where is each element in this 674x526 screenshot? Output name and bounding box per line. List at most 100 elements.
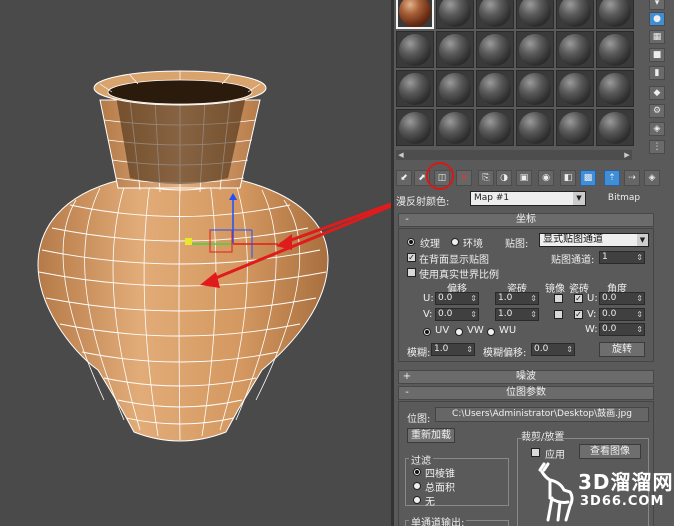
sample-uv-tiling-icon[interactable]: ■ <box>649 48 665 62</box>
blur-spinner[interactable]: 1.0 <box>431 343 475 356</box>
sample-slot[interactable] <box>596 109 634 146</box>
real-world-scale-label: 使用真实世界比例 <box>419 270 499 281</box>
scroll-right-icon[interactable]: ▶ <box>622 150 632 160</box>
select-by-material-icon[interactable]: ◈ <box>649 122 665 136</box>
sample-slot[interactable] <box>516 0 554 29</box>
material-map-navigator-icon[interactable]: ⋮ <box>649 140 665 154</box>
mapping-dropdown[interactable]: 显式贴图通道 ▼ <box>539 233 649 247</box>
noise-rollout-header[interactable]: + 噪波 <box>398 370 654 384</box>
blur-offset-value: 0.0 <box>534 344 549 354</box>
sample-slot[interactable] <box>436 0 474 29</box>
filter-summed-label: 总面积 <box>425 483 455 494</box>
sample-slot[interactable] <box>596 0 634 29</box>
chevron-down-icon: ▼ <box>573 192 585 205</box>
sample-slot[interactable] <box>516 31 554 68</box>
environment-label: 环境 <box>463 239 483 250</box>
v-tiling-spinner[interactable]: 1.0 <box>495 308 539 321</box>
show-in-viewport-icon[interactable]: ◧ <box>560 170 576 186</box>
bitmap-path-button[interactable]: C:\Users\Administrator\Desktop\鼓画.jpg <box>435 407 649 422</box>
u-offset-spinner[interactable]: 0.0 <box>435 292 479 305</box>
sample-slot[interactable] <box>476 31 514 68</box>
v-angle-label: V: <box>587 309 597 320</box>
coordinates-rollout: 纹理 环境 贴图: 显式贴图通道 ▼ ✓ 在背面显示贴图 贴图通道: 1 使用真… <box>398 228 654 362</box>
reset-map-icon[interactable]: ✕ <box>456 170 472 186</box>
sample-slot[interactable] <box>476 0 514 29</box>
go-to-parent-icon[interactable]: ⇡ <box>604 170 620 186</box>
sample-slot[interactable] <box>596 31 634 68</box>
sample-slot[interactable] <box>436 109 474 146</box>
coordinates-rollout-header[interactable]: - 坐标 <box>398 213 654 227</box>
map-channel-value: 1 <box>602 252 608 262</box>
sample-slot[interactable] <box>476 70 514 107</box>
w-angle-spinner[interactable]: 0.0 <box>599 323 645 336</box>
real-world-scale-checkbox[interactable] <box>407 268 416 277</box>
sample-slot[interactable] <box>436 31 474 68</box>
u-label: U: <box>423 293 434 304</box>
sample-slot[interactable] <box>596 70 634 107</box>
sample-slot[interactable] <box>556 70 594 107</box>
tile-header: 瓷砖 <box>569 284 589 295</box>
sample-slot[interactable] <box>396 70 434 107</box>
filter-pyramidal-radio[interactable] <box>413 468 421 476</box>
map-name-value: Map #1 <box>474 193 510 203</box>
v-angle-spinner[interactable]: 0.0 <box>599 308 645 321</box>
backlight-icon[interactable]: ● <box>649 12 665 26</box>
blur-offset-spinner[interactable]: 0.0 <box>531 343 575 356</box>
blur-label: 模糊: <box>407 348 431 359</box>
collapse-icon: - <box>405 214 409 225</box>
wu-label: WU <box>499 325 517 336</box>
filter-summed-radio[interactable] <box>413 482 421 490</box>
material-id-icon[interactable]: ◉ <box>538 170 554 186</box>
video-color-check-icon[interactable]: ▮ <box>649 66 665 80</box>
noise-title: 噪波 <box>516 371 536 382</box>
rotate-button[interactable]: 旋转 <box>599 342 645 357</box>
get-material-icon[interactable]: ⬋ <box>396 170 412 186</box>
material-effects-icon[interactable]: ◈ <box>644 170 660 186</box>
slots-horizontal-scrollbar[interactable]: ◀ ▶ <box>396 150 632 160</box>
uv-radio[interactable] <box>423 328 431 336</box>
vase-model[interactable] <box>0 0 391 526</box>
sample-slot[interactable] <box>556 31 594 68</box>
map-type-button[interactable]: Bitmap <box>594 193 654 203</box>
u-tile-checkbox[interactable]: ✓ <box>574 294 583 303</box>
texture-label: 纹理 <box>420 239 440 250</box>
sample-slot[interactable] <box>556 0 594 29</box>
perspective-viewport[interactable] <box>0 0 391 526</box>
make-preview-icon[interactable]: ◆ <box>649 86 665 100</box>
sample-slot[interactable] <box>516 70 554 107</box>
sample-slot[interactable] <box>396 0 434 29</box>
scroll-left-icon[interactable]: ◀ <box>396 150 406 160</box>
make-unique-icon[interactable]: ◑ <box>496 170 512 186</box>
bitmap-params-rollout-header[interactable]: - 位图参数 <box>398 386 654 400</box>
sample-type-icon[interactable]: ▾ <box>649 0 665 10</box>
v-mirror-checkbox[interactable] <box>554 310 563 319</box>
map-name-dropdown[interactable]: Map #1 ▼ <box>470 191 586 206</box>
make-copy-icon[interactable]: ⎘ <box>478 170 494 186</box>
go-forward-sibling-icon[interactable]: ⇢ <box>624 170 640 186</box>
reload-button[interactable]: 重新加载 <box>407 428 455 443</box>
put-to-library-icon[interactable]: ▣ <box>516 170 532 186</box>
background-icon[interactable]: ▦ <box>649 30 665 44</box>
filter-none-radio[interactable] <box>413 496 421 504</box>
sample-slot[interactable] <box>556 109 594 146</box>
v-tile-checkbox[interactable]: ✓ <box>574 310 583 319</box>
texture-radio[interactable] <box>407 238 415 246</box>
u-mirror-checkbox[interactable] <box>554 294 563 303</box>
sample-slot[interactable] <box>396 31 434 68</box>
wu-radio[interactable] <box>487 328 495 336</box>
sample-slot[interactable] <box>516 109 554 146</box>
u-tiling-spinner[interactable]: 1.0 <box>495 292 539 305</box>
environment-radio[interactable] <box>451 238 459 246</box>
u-angle-spinner[interactable]: 0.0 <box>599 292 645 305</box>
deer-logo-icon <box>538 462 574 522</box>
show-map-on-back-checkbox[interactable]: ✓ <box>407 253 416 262</box>
options-icon[interactable]: ⚙ <box>649 104 665 118</box>
sample-slot[interactable] <box>436 70 474 107</box>
show-end-result-icon[interactable]: ▩ <box>580 170 596 186</box>
u-angle-label: U: <box>587 293 598 304</box>
v-offset-spinner[interactable]: 0.0 <box>435 308 479 321</box>
map-channel-spinner[interactable]: 1 <box>599 251 645 264</box>
sample-slot[interactable] <box>396 109 434 146</box>
vw-radio[interactable] <box>455 328 463 336</box>
sample-slot[interactable] <box>476 109 514 146</box>
